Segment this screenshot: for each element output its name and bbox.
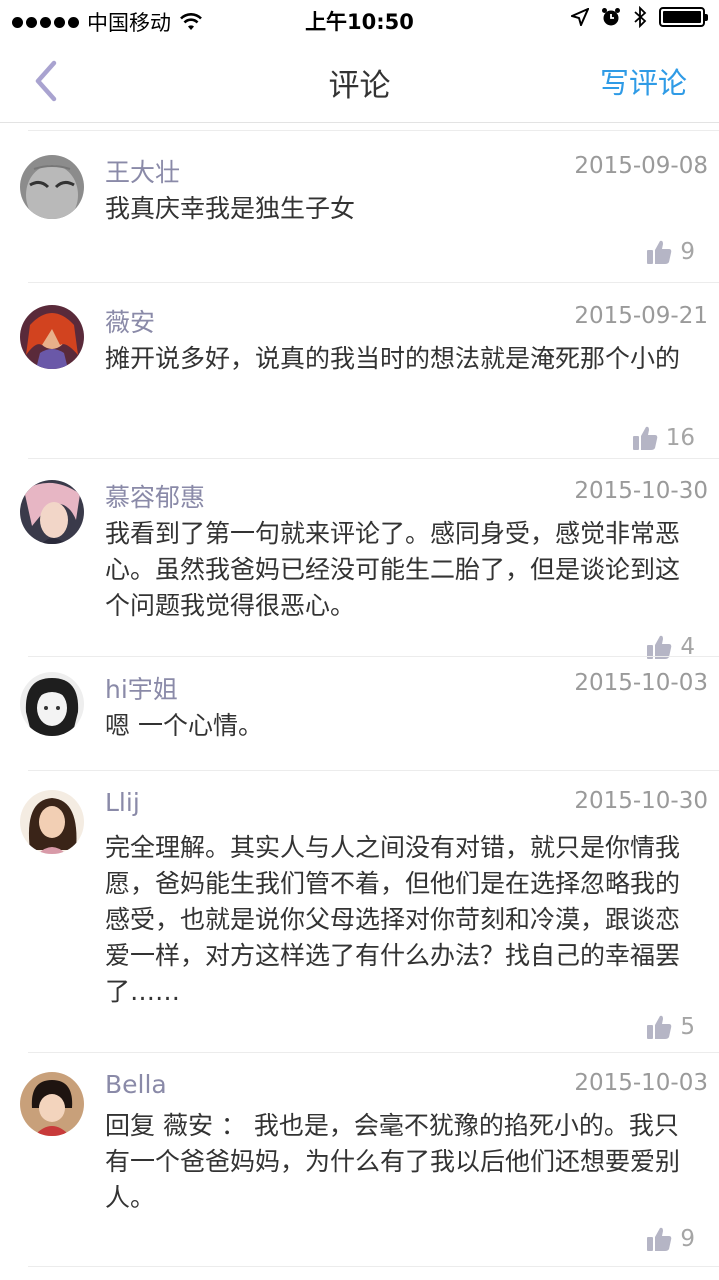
avatar[interactable] — [20, 305, 84, 369]
alarm-icon — [602, 8, 620, 26]
comment-text: 我看到了第一句就来评论了。感同身受，感觉非常恶心。虽然我爸妈已经没可能生二胎了，… — [105, 519, 681, 620]
comment-date: 2015-10-30 — [574, 788, 708, 814]
like-button[interactable]: 5 — [646, 1014, 695, 1040]
bluetooth-icon — [634, 6, 647, 28]
like-count: 16 — [665, 425, 695, 451]
status-right — [571, 6, 708, 28]
back-button[interactable] — [28, 58, 68, 104]
like-count: 9 — [680, 1226, 695, 1252]
comment-date: 2015-10-03 — [574, 1070, 708, 1096]
comment-text: 摊开说多好，说真的我当时的想法就是淹死那个小的 — [105, 344, 681, 373]
comment-username[interactable]: Bella — [105, 1070, 167, 1099]
comment-date: 2015-10-30 — [574, 478, 708, 504]
avatar[interactable] — [20, 672, 84, 736]
like-count: 5 — [680, 1014, 695, 1040]
comment-username[interactable]: 慕容郁惠 — [105, 478, 205, 514]
like-button[interactable]: 16 — [632, 425, 695, 451]
navigation-bar: 评论 写评论 — [0, 40, 719, 123]
write-comment-button[interactable]: 写评论 — [600, 60, 687, 102]
comment-date: 2015-09-21 — [574, 303, 708, 329]
divider — [28, 656, 719, 657]
comment-date: 2015-10-03 — [574, 670, 708, 696]
avatar[interactable] — [20, 480, 84, 544]
avatar[interactable] — [20, 1072, 84, 1136]
divider — [28, 282, 719, 283]
thumbs-up-icon — [647, 1015, 672, 1039]
comment-date: 2015-09-08 — [574, 153, 708, 179]
divider — [28, 770, 719, 771]
comment-username[interactable]: 薇安 — [105, 303, 155, 339]
comment-text: 嗯 一个心情。 — [105, 711, 263, 740]
avatar[interactable] — [20, 155, 84, 219]
comment-text: 完全理解。其实人与人之间没有对错，就只是你情我愿，爸妈能生我们管不着，但他们是在… — [105, 833, 681, 1006]
like-button[interactable]: 9 — [646, 239, 695, 265]
like-count: 9 — [680, 239, 695, 265]
divider — [28, 1266, 719, 1267]
chevron-left-icon — [35, 60, 57, 102]
comment-username[interactable]: 王大壮 — [105, 153, 180, 189]
status-bar: 中国移动 上午10:50 — [0, 0, 719, 40]
comment-text: 我真庆幸我是独生子女 — [105, 194, 356, 223]
avatar[interactable] — [20, 790, 84, 854]
battery-icon — [659, 7, 708, 27]
divider — [28, 458, 719, 459]
comment-username[interactable]: hi宇姐 — [105, 670, 178, 706]
divider — [28, 130, 719, 131]
thumbs-up-icon — [647, 1227, 672, 1251]
comment-username[interactable]: Llij — [105, 788, 140, 817]
location-arrow-icon — [571, 8, 589, 26]
comment-text: 回复 薇安 ： 我也是，会毫不犹豫的掐死小的。我只有一个爸爸妈妈，为什么有了我以… — [105, 1111, 681, 1212]
thumbs-up-icon — [632, 426, 657, 450]
divider — [28, 1052, 719, 1053]
thumbs-up-icon — [647, 240, 672, 264]
like-button[interactable]: 9 — [646, 1226, 695, 1252]
